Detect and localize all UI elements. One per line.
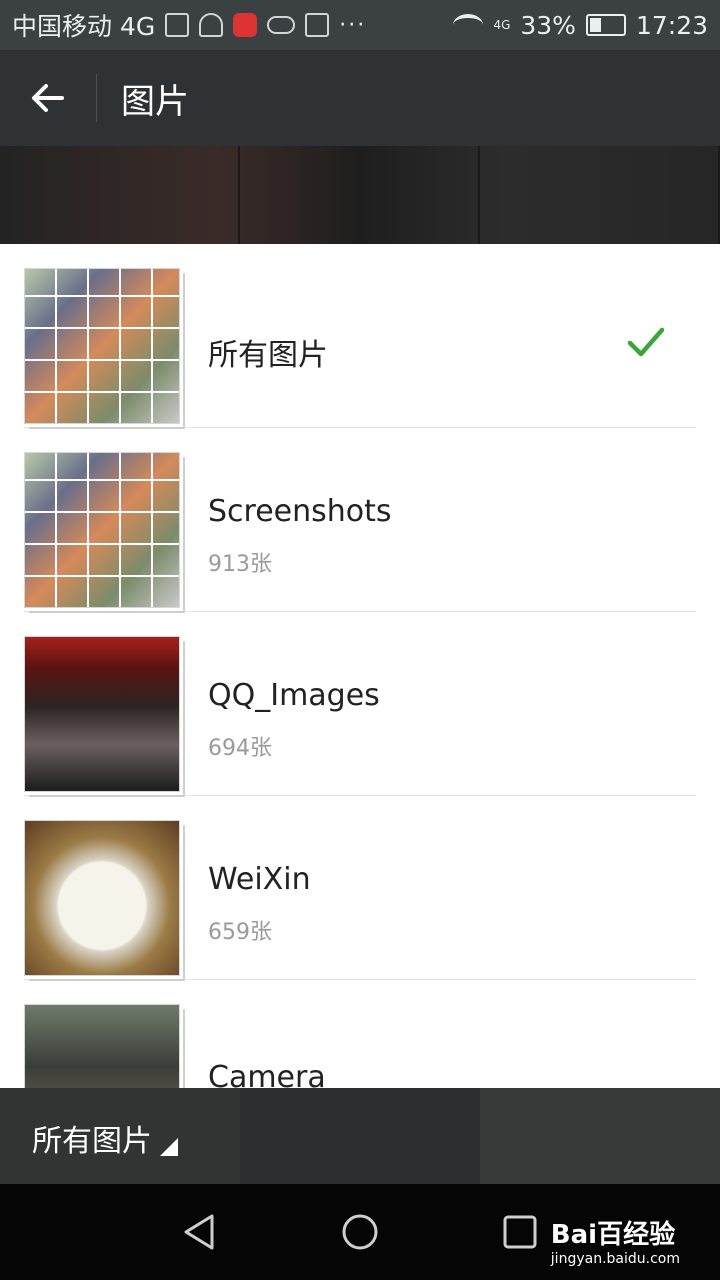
album-row-camera[interactable]: Camera [24,980,696,1088]
carrier-label: 中国移动 4G [12,12,156,41]
title-bar: 图片 [0,50,720,146]
album-row-weixin[interactable]: WeiXin 659张 [24,796,696,980]
wifi-icon [453,14,484,36]
battery-percent: 33% [520,10,576,40]
folder-selector-label: 所有图片 [32,1124,152,1159]
album-list[interactable]: 所有图片 Screenshots 913张 QQ_Images 694张 Wei… [0,244,720,1088]
album-name: QQ_Images [208,678,380,713]
more-icon: ··· [339,12,367,38]
album-name: Camera [208,1060,326,1088]
watermark-brand: Bai百经验 [550,1220,676,1250]
signal-icon: 4G [493,18,511,32]
home-circle-icon[interactable] [340,1212,380,1252]
dropdown-triangle-icon [160,1138,178,1156]
background-photo [480,146,720,244]
check-icon [627,327,665,357]
album-thumbnail [24,452,180,608]
folder-selector[interactable]: 所有图片 [32,1116,178,1160]
battery-icon [585,14,626,36]
album-row-qq-images[interactable]: QQ_Images 694张 [24,612,696,796]
lock-icon [199,13,224,37]
title-divider [96,74,97,122]
back-triangle-icon[interactable] [180,1212,220,1252]
back-button[interactable] [0,50,96,146]
album-name: 所有图片 [208,338,328,373]
album-thumbnail [24,1004,180,1088]
album-count: 694张 [208,736,272,761]
clock: 17:23 [635,10,708,40]
album-thumbnail [24,268,180,424]
album-name: Screenshots [208,494,392,529]
arrow-left-icon [32,84,64,112]
album-thumbnail [24,820,180,976]
page-title: 图片 [121,81,189,122]
album-count: 913张 [208,552,272,577]
background-photo-strip [0,146,720,244]
album-row-screenshots[interactable]: Screenshots 913张 [24,428,696,612]
background-photo [240,146,480,244]
bottom-bar: 所有图片 [0,1088,720,1184]
watermark: Bai百经验 jingyan.baidu.com [551,1214,680,1267]
album-row-all[interactable]: 所有图片 [24,244,696,428]
image-icon [165,13,190,37]
watermark-url: jingyan.baidu.com [550,1251,680,1267]
mail-icon [305,13,330,37]
cloud-icon [267,16,296,34]
app-badge-icon [233,13,258,37]
album-thumbnail [24,636,180,792]
recents-square-icon[interactable] [500,1212,540,1252]
album-count: 659张 [208,920,272,945]
background-photo [0,146,240,244]
status-bar: 中国移动 4G ··· 4G 33% 17:23 [0,0,720,50]
album-name: WeiXin [208,862,311,897]
